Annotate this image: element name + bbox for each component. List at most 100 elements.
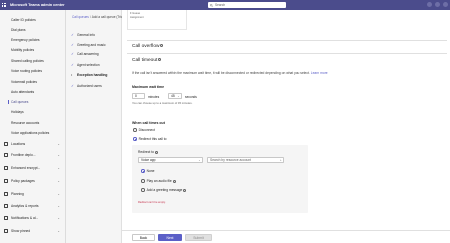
sidebar-item[interactable]: Locations ⌄ [0, 141, 66, 147]
sidebar-item-label: Resource accounts [11, 121, 40, 125]
chevron-down-icon: ⌄ [57, 229, 60, 233]
chevron-down-icon: ⌄ [198, 158, 201, 162]
sidebar-item[interactable]: Voice applications policies [0, 130, 66, 136]
chevron-down-icon: ⌄ [57, 216, 60, 220]
wizard-step[interactable]: ✓ Agent selection [66, 62, 122, 68]
sidebar-item[interactable]: Call queues [0, 99, 66, 105]
info-icon[interactable] [183, 188, 187, 192]
sidebar-item[interactable]: Planning ⌄ [0, 191, 66, 197]
sidebar-item[interactable]: Dial plans [0, 27, 66, 33]
sidebar-item[interactable]: Holidays [0, 109, 66, 115]
frontline-icon [4, 153, 8, 157]
sidebar-item-label: Shared calling policies [11, 59, 44, 63]
breadcrumb-separator: \ [89, 15, 91, 19]
info-icon[interactable] [160, 44, 164, 48]
info-icon[interactable] [172, 179, 176, 183]
sidebar-item-label: Policy packages [11, 179, 35, 183]
seconds-unit: seconds [185, 94, 197, 99]
pin-icon [4, 229, 8, 233]
sidebar-item[interactable]: Voice routing policies [0, 68, 66, 74]
call-timeout-description: If the call isn't answered within the ma… [132, 71, 328, 75]
info-icon[interactable] [154, 150, 158, 154]
chevron-down-icon: ⌄ [57, 179, 60, 183]
sidebar-item-label: Show pinned [11, 229, 31, 233]
analytics-icon [4, 204, 8, 208]
greeting-none-radio[interactable]: None [141, 169, 154, 173]
learn-more-link[interactable]: Learn more [311, 71, 328, 75]
app-launcher-icon[interactable] [0, 0, 8, 10]
top-card: F Gueue Assignment [127, 10, 187, 30]
top-bar: Microsoft Teams admin center Search [0, 0, 450, 10]
search-placeholder: Search [215, 3, 226, 7]
sidebar-item-label: Frontline deplo... [11, 153, 36, 157]
sidebar-item[interactable]: Mobility policies [0, 47, 66, 53]
submit-button[interactable]: Submit [185, 234, 212, 241]
call-timeout-heading: Call timeout [132, 58, 162, 63]
sidebar-item[interactable]: Caller ID policies [0, 17, 66, 23]
chevron-down-icon: ⌄ [57, 204, 60, 208]
greeting-audio-radio[interactable]: Play an audio file [141, 179, 176, 183]
call-overflow-heading: Call overflow [132, 44, 164, 49]
wizard-step[interactable]: ✓ General info [66, 32, 122, 38]
left-nav: Caller ID policies Dial plans Emergency po… [0, 10, 66, 243]
divider [127, 40, 447, 41]
divider [127, 53, 447, 54]
greeting-message-radio[interactable]: Add a greeting message [141, 188, 187, 192]
wizard-step-label: Greeting and music [77, 43, 106, 47]
sidebar-item-label: Caller ID policies [11, 18, 36, 22]
lock-icon [4, 166, 8, 170]
sidebar-item[interactable]: Shared calling policies [0, 58, 66, 64]
sidebar-item[interactable]: Enhanced encrypt... ⌄ [0, 165, 66, 171]
wizard-step[interactable]: • Exception handling [66, 72, 122, 78]
sidebar-item-label: Holidays [11, 110, 24, 114]
sidebar-item[interactable]: Frontline deplo... ⌄ [0, 152, 66, 158]
sidebar-item-label: Call queues [11, 100, 29, 104]
sidebar-item-label: Emergency policies [11, 38, 40, 42]
wizard-step[interactable]: ✓ Authorized users [66, 83, 122, 89]
sidebar-item[interactable]: Voicemail policies [0, 79, 66, 85]
resource-account-search[interactable]: Search by resource account ⌕ [207, 157, 284, 163]
max-wait-hint: You can choose up to a maximum of 45 min… [132, 101, 193, 105]
sidebar-item-label: Dial plans [11, 28, 26, 32]
wizard-step-label: Exception handling [77, 73, 108, 77]
sidebar-item-label: Voice routing policies [11, 69, 42, 73]
back-button[interactable]: Back [132, 234, 155, 241]
sidebar-item-label: Mobility policies [11, 48, 35, 52]
top-card-line1: F Gueue [130, 12, 141, 15]
next-button[interactable]: Next [158, 234, 182, 241]
sidebar-item[interactable]: Emergency policies [0, 37, 66, 43]
search-icon: ⌕ [280, 158, 282, 162]
package-icon [4, 179, 8, 183]
top-card-line2: Assignment [130, 16, 144, 19]
app-title: Microsoft Teams admin center [10, 3, 65, 7]
disconnect-radio[interactable]: Disconnect [133, 128, 155, 132]
seconds-dropdown[interactable]: 45 ⌄ [168, 93, 182, 99]
wizard-step-label: General info [77, 33, 95, 37]
sidebar-item-label: Auto attendants [11, 90, 35, 94]
sidebar-item[interactable]: Resource accounts [0, 120, 66, 126]
help-icon[interactable] [435, 2, 440, 7]
sidebar-item[interactable]: Policy packages ⌄ [0, 178, 66, 184]
wizard-step[interactable]: ✓ Greeting and music [66, 42, 122, 48]
sidebar-item[interactable]: Show pinned ⌄ [0, 228, 66, 234]
redirect-radio[interactable]: Redirect this call to [133, 137, 166, 141]
max-wait-label: Maximum wait time [132, 85, 165, 89]
minutes-input[interactable]: 0 [132, 93, 145, 99]
chevron-down-icon: ⌄ [57, 192, 60, 196]
redirect-error: Redirect can't be empty. [138, 201, 166, 204]
sidebar-item[interactable]: Auto attendants [0, 89, 66, 95]
wizard-step[interactable]: ✓ Call answering [66, 51, 122, 57]
search-input[interactable]: Search [208, 2, 286, 8]
redirect-to-label: Redirect to [138, 150, 158, 154]
sidebar-item-label: Analytics & reports [11, 204, 39, 208]
wizard-step-label: Authorized users [77, 84, 102, 88]
settings-icon[interactable] [427, 2, 432, 7]
chevron-down-icon: ⌄ [177, 94, 180, 98]
breadcrumb-root-link[interactable]: Call queues [72, 15, 89, 19]
sidebar-item-label: Notifications & al... [11, 216, 39, 220]
avatar[interactable] [443, 2, 448, 7]
sidebar-item[interactable]: Notifications & al... ⌄ [0, 215, 66, 221]
sidebar-item[interactable]: Analytics & reports ⌄ [0, 203, 66, 209]
redirect-type-dropdown[interactable]: Voice app ⌄ [138, 157, 203, 163]
info-icon[interactable] [158, 58, 162, 62]
